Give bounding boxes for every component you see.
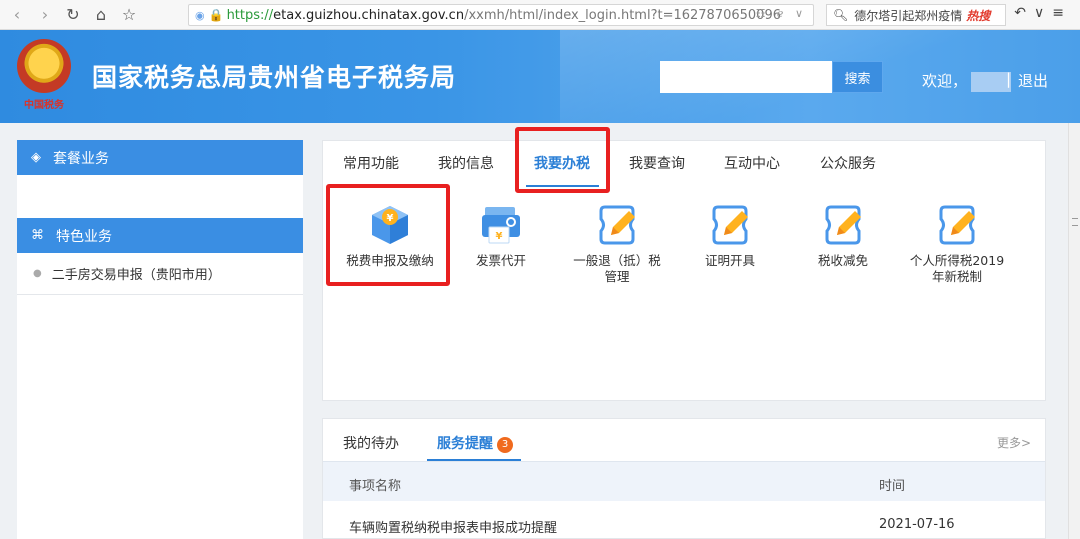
scroll-grip-icon[interactable]: [1072, 218, 1078, 226]
highlight-func-box: [326, 184, 450, 286]
sidebar-package-title: 套餐业务: [53, 150, 109, 167]
bookmark-star-icon[interactable]: ☆: [118, 4, 140, 26]
func-label-line2: 管理: [604, 269, 630, 284]
highlight-tab-box: [515, 127, 610, 193]
col-name-header: 事项名称: [349, 479, 402, 494]
emblem-text: 中国税务: [24, 100, 64, 111]
tax-emblem-icon: [17, 39, 71, 93]
browser-search-box[interactable]: 🔍︎ 德尔塔引起郑州疫情 热搜: [826, 4, 1006, 26]
col-time-header: 时间: [879, 479, 906, 494]
table-row-time: 2021-07-16: [879, 517, 955, 532]
func-invoice[interactable]: ¥ 发票代开: [446, 203, 556, 269]
func-label-line1: 个人所得税2019: [909, 253, 1005, 268]
func-refund[interactable]: 一般退（抵）税 管理: [562, 203, 672, 285]
search-suggestion: 德尔塔引起郑州疫情: [854, 8, 963, 23]
edit-icon: [935, 203, 979, 247]
page-scrollbar[interactable]: [1068, 123, 1080, 539]
lock-icon: 🔒: [208, 8, 224, 22]
tab-query[interactable]: 我要查询: [629, 153, 685, 173]
site-mode-icon: ◉: [195, 8, 205, 22]
func-label: 发票代开: [475, 253, 526, 268]
welcome-label: 欢迎，: [922, 72, 968, 90]
separator: |: [1006, 70, 1012, 88]
back-icon[interactable]: ‹: [6, 4, 28, 26]
sidebar-item-house-transaction[interactable]: ● 二手房交易申报（贵阳市用）: [17, 253, 303, 295]
func-label: 一般退（抵）税 管理: [562, 253, 672, 285]
tab-service-reminder[interactable]: 服务提醒 3: [437, 433, 513, 453]
address-bar[interactable]: ◉ 🔒 https://etax.guizhou.chinatax.gov.cn…: [188, 4, 814, 26]
func-certificate[interactable]: 证明开具: [675, 203, 785, 269]
reminder-panel: 我的待办 服务提醒 3 更多> 事项名称 时间 车辆购置税纳税申报表申报成功提醒 …: [322, 418, 1046, 539]
sidebar-special-title: 特色业务: [56, 228, 112, 245]
svg-text:¥: ¥: [496, 231, 503, 242]
edit-icon: [708, 203, 752, 247]
browser-menu-icon[interactable]: ↶∨≡: [1014, 5, 1072, 21]
tab-my-info[interactable]: 我的信息: [438, 153, 494, 173]
site-search-input[interactable]: [660, 61, 832, 93]
func-iit-2019[interactable]: 个人所得税2019 年新税制: [902, 203, 1012, 285]
invoice-icon: ¥: [479, 203, 523, 247]
url-scheme: https://: [226, 7, 274, 23]
func-label-line2: 年新税制: [931, 269, 982, 284]
apps-icon: ⌘: [31, 228, 44, 243]
edit-icon: [821, 203, 865, 247]
tab-common[interactable]: 常用功能: [343, 153, 399, 173]
site-title: 国家税务总局贵州省电子税务局: [92, 63, 457, 92]
welcome-text: 欢迎，: [922, 70, 1015, 92]
forward-icon[interactable]: ›: [34, 4, 56, 26]
func-label: 税收减免: [817, 253, 868, 268]
reminder-count-badge: 3: [497, 437, 513, 453]
logout-link[interactable]: 退出: [1018, 70, 1048, 91]
address-tools-icon[interactable]: ☷ ℯ ∨: [756, 7, 807, 20]
layers-icon: ◈: [31, 150, 41, 165]
func-tax-exemption[interactable]: 税收减免: [788, 203, 898, 269]
more-link[interactable]: 更多>: [997, 434, 1031, 451]
func-label: 个人所得税2019 年新税制: [902, 253, 1012, 285]
site-search-button[interactable]: 搜索: [832, 61, 883, 93]
url-host: etax.guizhou.chinatax.gov.cn: [273, 7, 465, 23]
home-icon[interactable]: ⌂: [90, 4, 112, 26]
edit-icon: [595, 203, 639, 247]
table-header: 事项名称 时间: [323, 461, 1045, 501]
tab-service-reminder-label: 服务提醒: [437, 436, 493, 452]
tab-my-todo[interactable]: 我的待办: [343, 433, 399, 453]
url-path: /xxmh/html/index_login.html?t=1627870650…: [464, 7, 781, 23]
tab-public-service[interactable]: 公众服务: [820, 153, 876, 173]
browser-toolbar: ‹ › ↻ ⌂ ☆ ◉ 🔒 https://etax.guizhou.china…: [0, 0, 1080, 30]
function-tabs: 常用功能 我的信息 我要办税 我要查询 互动中心 公众服务: [323, 141, 1045, 187]
search-icon: 🔍︎: [833, 8, 849, 22]
sidebar-package-header[interactable]: ◈ 套餐业务: [17, 140, 303, 175]
sidebar-package-content: [17, 175, 303, 218]
sidebar-item-label: 二手房交易申报（贵阳市用）: [51, 268, 221, 283]
hot-search-label: 热搜: [966, 8, 991, 23]
site-header: 中国税务 国家税务总局贵州省电子税务局 搜索 欢迎， | 退出: [0, 30, 1080, 123]
func-label: 证明开具: [704, 253, 755, 268]
sidebar: ◈ 套餐业务 ⌘ 特色业务 ● 二手房交易申报（贵阳市用）: [17, 140, 303, 539]
sidebar-special-header[interactable]: ⌘ 特色业务: [17, 218, 303, 253]
func-label-line1: 一般退（抵）税: [573, 253, 661, 268]
tab-interaction[interactable]: 互动中心: [724, 153, 780, 173]
bullet-icon: ●: [33, 268, 42, 279]
reload-icon[interactable]: ↻: [62, 4, 84, 26]
table-row-name[interactable]: 车辆购置税纳税申报表申报成功提醒: [349, 517, 557, 536]
